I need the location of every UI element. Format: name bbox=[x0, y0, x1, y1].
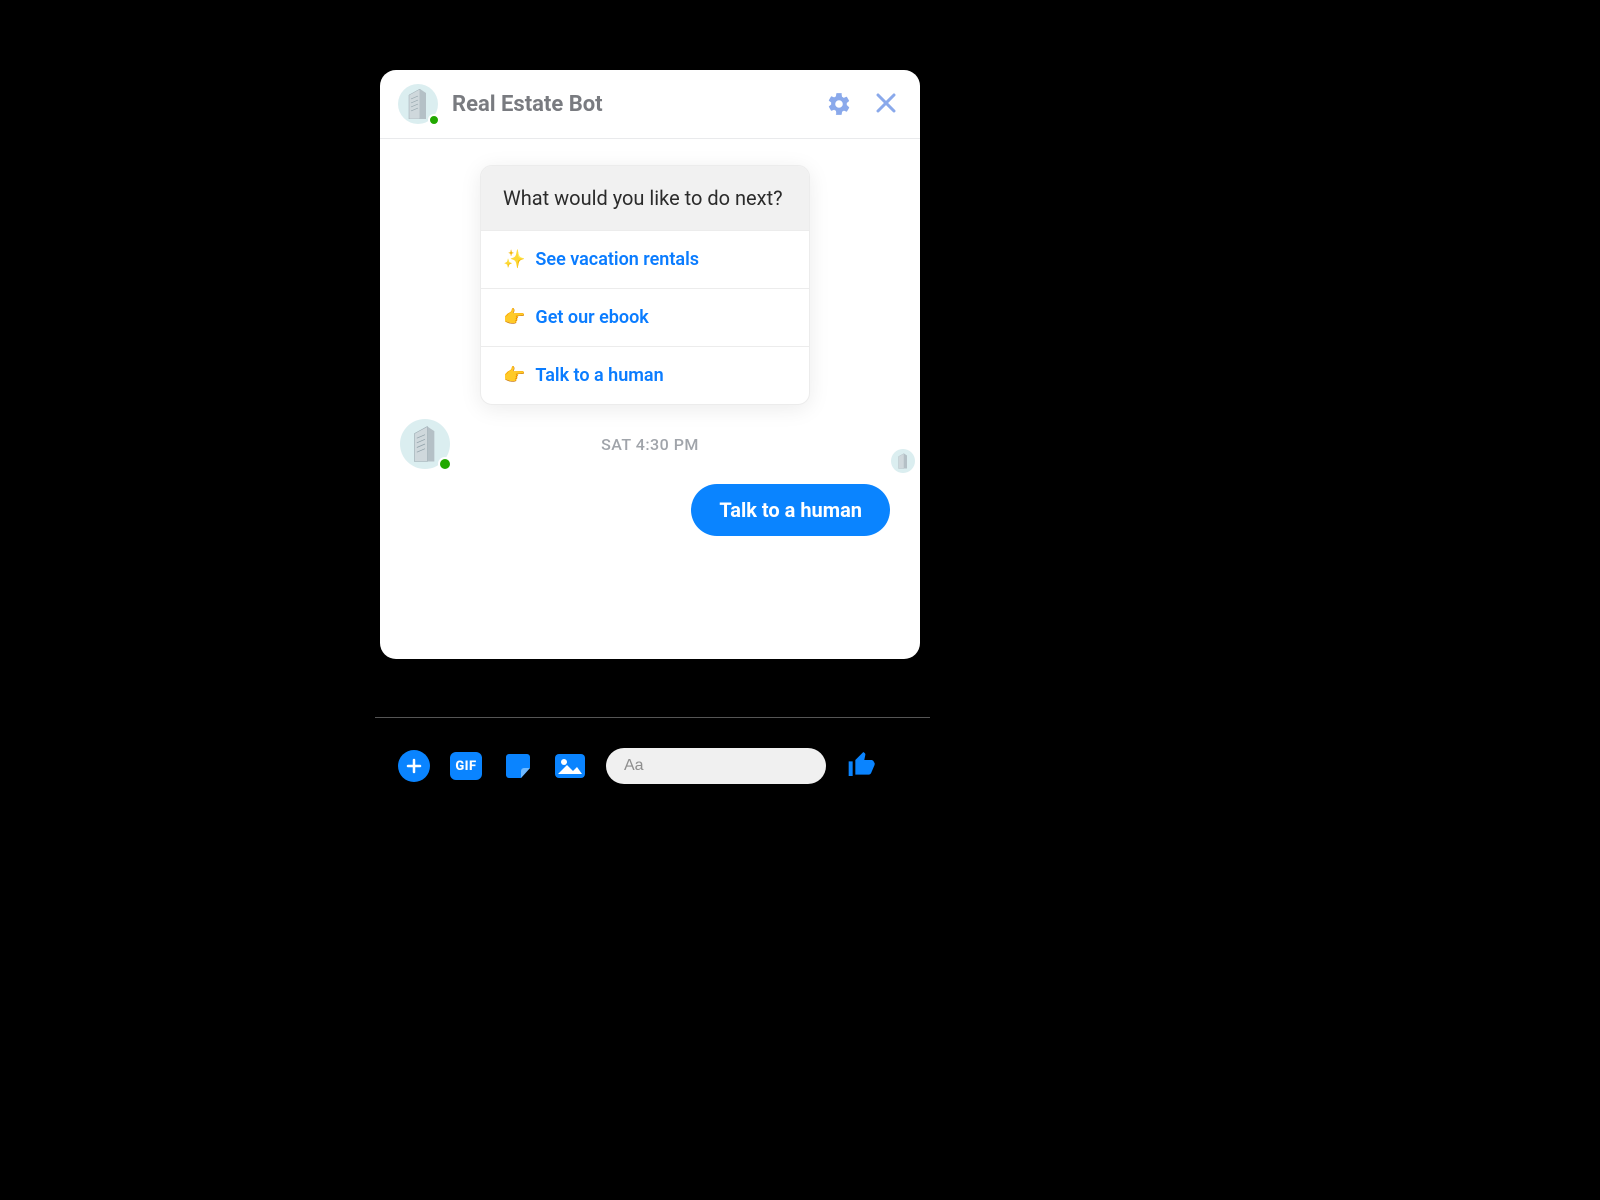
status-indicator bbox=[428, 114, 440, 126]
building-icon bbox=[406, 89, 430, 119]
image-button[interactable] bbox=[554, 750, 586, 782]
status-indicator bbox=[438, 457, 452, 471]
chat-window: Real Estate Bot What would you like to d… bbox=[380, 70, 920, 659]
add-button[interactable] bbox=[398, 750, 430, 782]
gif-button[interactable]: GIF bbox=[450, 750, 482, 782]
gif-icon: GIF bbox=[450, 752, 482, 780]
building-icon bbox=[897, 453, 909, 469]
sent-receipt-avatar bbox=[891, 449, 915, 473]
sparkles-icon: ✨ bbox=[503, 249, 525, 270]
point-right-icon: 👉 bbox=[503, 365, 525, 386]
bot-message-avatar bbox=[400, 419, 450, 469]
option-get-ebook[interactable]: 👉 Get our ebook bbox=[481, 288, 809, 346]
chat-body: What would you like to do next? ✨ See va… bbox=[380, 139, 920, 659]
bot-avatar[interactable] bbox=[398, 84, 438, 124]
option-label: Talk to a human bbox=[535, 365, 663, 386]
thumbs-up-icon bbox=[846, 748, 878, 780]
user-reply-row: Talk to a human bbox=[410, 484, 890, 536]
sticker-icon bbox=[503, 751, 533, 781]
message-input-container[interactable] bbox=[606, 748, 826, 784]
chat-title: Real Estate Bot bbox=[452, 92, 812, 117]
plus-icon bbox=[405, 757, 423, 775]
option-talk-human[interactable]: 👉 Talk to a human bbox=[481, 346, 809, 404]
chat-header: Real Estate Bot bbox=[380, 70, 920, 139]
user-reply-button[interactable]: Talk to a human bbox=[691, 484, 890, 536]
composer-toolbar: GIF bbox=[398, 748, 878, 784]
option-see-rentals[interactable]: ✨ See vacation rentals bbox=[481, 230, 809, 288]
timestamp: SAT 4:30 PM bbox=[410, 435, 890, 454]
building-icon bbox=[411, 426, 439, 462]
card-prompt: What would you like to do next? bbox=[481, 166, 809, 230]
option-label: See vacation rentals bbox=[535, 249, 699, 270]
close-icon bbox=[874, 91, 898, 115]
point-right-icon: 👉 bbox=[503, 307, 525, 328]
message-input[interactable] bbox=[624, 757, 831, 775]
composer-divider bbox=[375, 717, 930, 718]
settings-button[interactable] bbox=[826, 91, 852, 117]
gear-icon bbox=[826, 91, 852, 117]
thumbs-up-button[interactable] bbox=[846, 748, 878, 784]
bot-message-card: What would you like to do next? ✨ See va… bbox=[480, 165, 810, 405]
image-icon bbox=[554, 753, 586, 779]
close-button[interactable] bbox=[874, 91, 900, 117]
sticker-button[interactable] bbox=[502, 750, 534, 782]
option-label: Get our ebook bbox=[535, 307, 648, 328]
